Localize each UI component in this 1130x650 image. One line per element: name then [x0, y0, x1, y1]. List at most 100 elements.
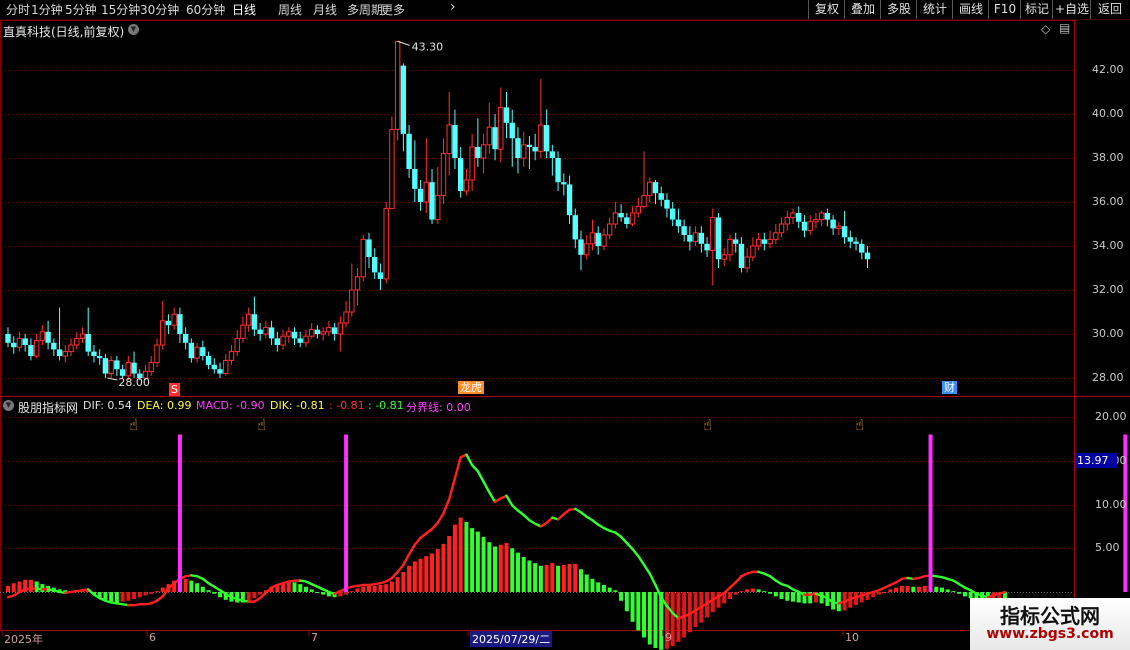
candle: [555, 151, 561, 191]
candle: [561, 173, 567, 196]
dif-segment: [998, 590, 1007, 595]
candle-body: [733, 239, 739, 244]
candle-body: [68, 344, 74, 353]
macd-bar: [303, 586, 308, 592]
macd-bar: [882, 592, 887, 593]
dif-segment: [453, 456, 462, 480]
candle-body: [498, 106, 504, 150]
candle: [154, 338, 160, 367]
candle-body: [475, 147, 481, 158]
macd-bar: [876, 592, 881, 595]
indicator-axis-label: 5.00: [1095, 541, 1120, 554]
event-badge[interactable]: 财: [942, 381, 957, 394]
date-axis-label: 2025/07/29/二: [470, 631, 553, 647]
candle-body: [561, 182, 567, 185]
candle-body: [308, 329, 315, 337]
macd-bar: [579, 569, 583, 592]
price-axis-label: 28.00: [1092, 371, 1124, 384]
macd-bar: [389, 581, 394, 592]
macd-bar: [160, 587, 165, 592]
candle: [681, 219, 687, 242]
macd-bar: [590, 578, 595, 592]
candle-body: [526, 144, 533, 147]
macd-bar: [212, 592, 217, 594]
macd-bar: [756, 589, 761, 592]
candle: [33, 334, 40, 359]
candle-body: [383, 208, 389, 280]
candle: [303, 329, 309, 348]
candle: [715, 213, 722, 268]
candle: [469, 133, 475, 191]
candle: [366, 232, 372, 268]
chevron-down-icon[interactable]: ▼: [128, 24, 139, 35]
event-badge[interactable]: 龙虎: [458, 381, 484, 394]
candle-body: [154, 344, 160, 364]
candle: [280, 329, 286, 350]
event-badge[interactable]: S: [169, 383, 180, 396]
hand-pointer-icon: ☝: [129, 416, 139, 434]
date-axis-label: 6: [149, 631, 156, 644]
macd-bar: [475, 531, 480, 592]
candle-body: [704, 243, 710, 251]
chevron-down-icon[interactable]: ▼: [3, 400, 14, 411]
candle: [223, 353, 229, 376]
candle-body: [509, 122, 515, 139]
macd-bar: [533, 563, 538, 592]
macd-bar: [395, 577, 400, 592]
candle-body: [658, 193, 664, 200]
indicator-name: 股朋指标网: [18, 401, 79, 415]
candle: [400, 63, 407, 152]
candle-body: [394, 40, 401, 130]
macd-bar: [859, 592, 864, 603]
macd-bar: [601, 585, 606, 592]
candle: [131, 351, 137, 378]
dif-segment: [476, 470, 485, 483]
candle: [331, 323, 338, 341]
candle-body: [463, 179, 470, 192]
candle: [824, 208, 831, 227]
candle-body: [864, 252, 871, 260]
candle-body: [114, 360, 120, 370]
macd-bar: [195, 583, 200, 592]
candle-body: [669, 208, 676, 220]
candle-body: [119, 369, 126, 376]
macd-bar: [315, 592, 320, 593]
candle: [624, 213, 630, 229]
macd-bar: [183, 578, 188, 592]
macd-bar: [498, 544, 503, 592]
candle-body: [721, 254, 727, 260]
macd-bar: [888, 589, 893, 592]
macd-bar: [836, 592, 841, 612]
macd-bar: [762, 591, 767, 593]
candle: [509, 109, 515, 167]
macd-bar: [418, 558, 423, 592]
dif-segment: [482, 480, 491, 494]
candle: [85, 307, 91, 356]
macd-bar: [934, 586, 939, 592]
dif-segment: [407, 543, 417, 556]
candle-body: [796, 213, 802, 222]
candle-body: [223, 359, 229, 375]
candle-body: [629, 212, 636, 225]
candle: [675, 208, 682, 233]
candle: [423, 138, 429, 213]
candle-body: [813, 219, 819, 223]
macd-bar: [917, 586, 922, 592]
macd-bar: [361, 586, 366, 592]
candle-body: [366, 239, 372, 257]
candle: [841, 210, 848, 244]
candle: [234, 329, 240, 356]
watermark-url: www.zbgs3.com: [986, 626, 1114, 642]
panel-toggle-icon[interactable]: ▤: [1059, 21, 1070, 35]
macd-bar: [596, 582, 601, 592]
candle-body: [194, 346, 200, 359]
macd-bar: [894, 587, 899, 592]
candle-body: [297, 338, 303, 343]
candle-body: [578, 239, 584, 255]
candle-body: [532, 147, 538, 152]
current-value-tag: 13.97: [1075, 453, 1117, 468]
candle: [543, 109, 550, 158]
candle: [463, 169, 470, 196]
candle: [526, 136, 533, 169]
diamond-icon[interactable]: ◇: [1041, 22, 1050, 36]
